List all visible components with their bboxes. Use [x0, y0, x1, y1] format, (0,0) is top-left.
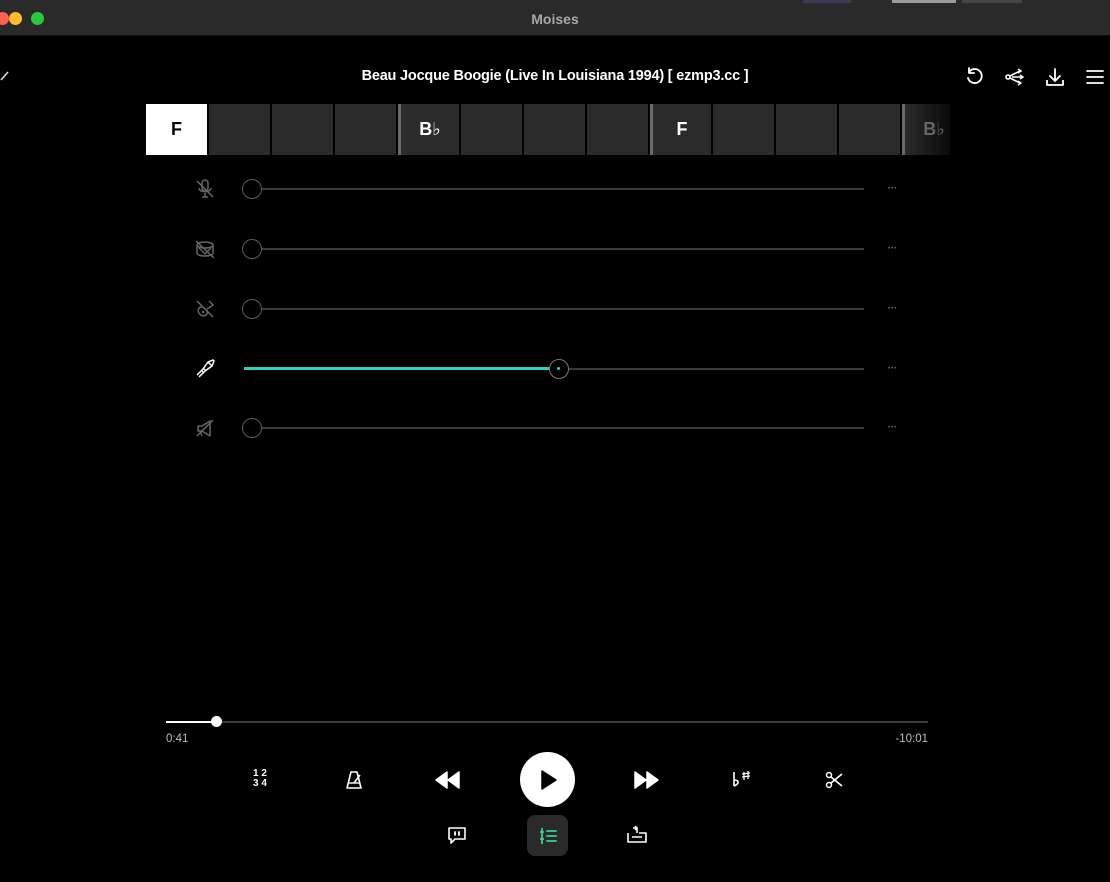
download-icon[interactable]	[1044, 66, 1066, 88]
progress-handle[interactable]	[211, 716, 223, 727]
metronome-icon	[346, 771, 362, 789]
chord-cell[interactable]: F	[650, 104, 711, 155]
track-row-drums: •••	[190, 234, 910, 264]
loop-button[interactable]	[624, 822, 650, 848]
chord-cell[interactable]	[713, 104, 774, 155]
volume-slider-track[interactable]	[250, 308, 864, 310]
microphone-muted-icon[interactable]	[194, 178, 216, 200]
track-more-options-icon[interactable]: •••	[888, 366, 897, 372]
megaphone-muted-icon[interactable]	[194, 417, 216, 439]
rewind-button[interactable]	[432, 767, 462, 793]
song-title: Beau Jocque Boogie (Live In Louisiana 19…	[361, 68, 749, 84]
scissors-icon	[825, 771, 843, 789]
share-icon[interactable]	[1004, 66, 1026, 88]
fast-forward-icon	[634, 771, 659, 789]
undo-icon[interactable]	[964, 66, 986, 88]
track-more-options-icon[interactable]: •••	[888, 425, 897, 431]
chord-cell[interactable]	[335, 104, 396, 155]
chord-cell[interactable]	[839, 104, 900, 155]
menu-icon[interactable]	[1084, 66, 1106, 88]
loop-icon	[627, 825, 647, 843]
track-more-options-icon[interactable]: •••	[888, 246, 897, 252]
drum-muted-icon[interactable]	[194, 238, 216, 260]
lyrics-quote-icon	[448, 827, 466, 844]
elapsed-time: 0:41	[166, 733, 189, 745]
track-row-vocals: •••	[190, 174, 910, 204]
guitar-muted-icon[interactable]	[194, 298, 216, 320]
trumpet-icon[interactable]	[194, 358, 216, 380]
remaining-time: -10:01	[895, 733, 928, 745]
chord-cell[interactable]: B♭	[902, 104, 950, 155]
lyrics-button[interactable]	[444, 822, 470, 848]
metronome-button[interactable]	[342, 768, 366, 792]
volume-slider-fill	[244, 367, 551, 370]
progress-fill	[166, 721, 217, 723]
chord-cell[interactable]: B♭	[398, 104, 459, 155]
chord-cell[interactable]	[461, 104, 522, 155]
rewind-icon	[435, 771, 460, 789]
chord-cell[interactable]	[524, 104, 585, 155]
count-in-bottom: 3 4	[253, 778, 267, 789]
count-in-button[interactable]: 1 2 3 4	[247, 766, 273, 792]
trim-button[interactable]	[823, 768, 847, 792]
volume-slider-track[interactable]	[250, 427, 864, 429]
track-row-other: •••	[190, 354, 910, 384]
playback-progress-bar[interactable]	[166, 716, 928, 727]
volume-slider-handle[interactable]	[549, 359, 569, 379]
volume-slider-handle[interactable]	[242, 239, 262, 259]
chord-cell[interactable]	[272, 104, 333, 155]
track-row-bass: •••	[190, 294, 910, 324]
chord-cell[interactable]	[209, 104, 270, 155]
volume-slider-handle[interactable]	[242, 299, 262, 319]
stems-mixer-button[interactable]	[527, 815, 568, 856]
track-row-guitar: •••	[190, 413, 910, 443]
volume-slider-track[interactable]	[250, 188, 864, 190]
track-more-options-icon[interactable]: •••	[888, 306, 897, 312]
progress-track	[166, 721, 928, 723]
volume-slider-track[interactable]	[250, 248, 864, 250]
pitch-button[interactable]	[729, 767, 753, 791]
flat-sharp-icon	[733, 771, 751, 787]
menubar-strip	[803, 0, 851, 3]
mixer-icon	[539, 827, 557, 844]
play-icon	[540, 769, 557, 790]
play-button[interactable]	[520, 752, 575, 807]
window-title: Moises	[531, 11, 579, 27]
volume-slider-handle[interactable]	[242, 179, 262, 199]
chord-cell[interactable]	[587, 104, 648, 155]
chord-strip: F B♭ F B♭	[146, 104, 950, 155]
volume-slider-handle[interactable]	[242, 418, 262, 438]
fast-forward-button[interactable]	[632, 767, 662, 793]
menubar-strip	[962, 0, 1022, 3]
track-more-options-icon[interactable]: •••	[888, 186, 897, 192]
chord-cell[interactable]: F	[146, 104, 207, 155]
chord-cell[interactable]	[776, 104, 837, 155]
menubar-strip	[892, 0, 956, 3]
window-titlebar: Moises	[0, 0, 1110, 36]
